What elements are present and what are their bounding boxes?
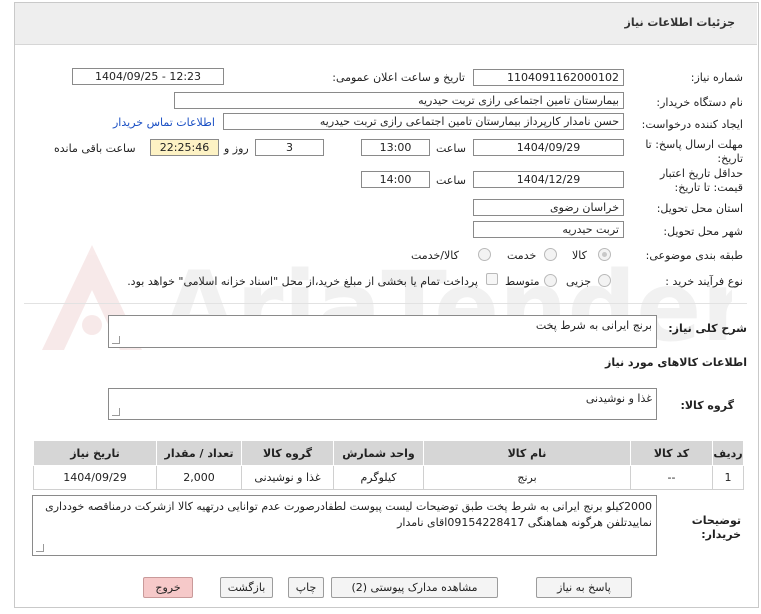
- view-attachments-button[interactable]: مشاهده مدارک پیوستی (2): [331, 577, 498, 598]
- col-header-row-no: ردیف: [712, 440, 744, 466]
- process-radio-minor[interactable]: [598, 274, 611, 287]
- category-label: طبقه بندی موضوعی:: [645, 249, 743, 262]
- days-label: روز و: [224, 142, 249, 155]
- col-header-qty: تعداد / مقدار: [156, 440, 242, 466]
- days-field: 3: [255, 139, 324, 156]
- category-radio-service[interactable]: [544, 248, 557, 261]
- reply-time-label: ساعت: [436, 142, 466, 155]
- contact-info-link[interactable]: اطلاعات تماس خریدار: [113, 116, 215, 129]
- col-header-date: تاریخ نیاز: [33, 440, 157, 466]
- cell-code: --: [630, 465, 713, 490]
- validity-time-label: ساعت: [436, 174, 466, 187]
- cell-name: برنج: [423, 465, 631, 490]
- treasury-note: پرداخت تمام یا بخشی از مبلغ خرید،از محل …: [127, 275, 478, 288]
- col-header-name: نام کالا: [423, 440, 631, 466]
- remaining-time-label: ساعت باقی مانده: [54, 142, 136, 155]
- summary-label: شرح کلی نیاز:: [668, 322, 747, 335]
- divider: [24, 303, 747, 304]
- buyer-field: بیمارستان تامین اجتماعی رازی تربت حیدریه: [174, 92, 624, 109]
- validity-time-field: 14:00: [361, 171, 430, 188]
- process-radio-medium[interactable]: [544, 274, 557, 287]
- buyer-label: نام دستگاه خریدار:: [656, 96, 743, 109]
- validity-date-field: 1404/12/29: [473, 171, 624, 188]
- cell-qty: 2,000: [156, 465, 242, 490]
- category-radio-goods-service[interactable]: [478, 248, 491, 261]
- summary-field: برنج ایرانی به شرط پخت: [108, 315, 657, 348]
- buyer-notes-label: توضیحات خریدار:: [691, 514, 741, 541]
- category-option-goods: کالا: [572, 249, 587, 262]
- cell-date: 1404/09/29: [33, 465, 157, 490]
- col-header-unit: واحد شمارش: [333, 440, 424, 466]
- col-header-group: گروه کالا: [241, 440, 334, 466]
- reply-date-field: 1404/09/29: [473, 139, 624, 156]
- page-title: جزئیات اطلاعات نیاز: [624, 16, 736, 29]
- category-option-service: خدمت: [507, 249, 537, 262]
- need-number-label: شماره نیاز:: [690, 71, 743, 84]
- process-label: نوع فرآیند خرید :: [665, 275, 743, 288]
- reply-time-field: 13:00: [361, 139, 430, 156]
- category-option-goods-service: کالا/خدمت: [411, 249, 459, 262]
- summary-text: برنج ایرانی به شرط پخت: [535, 319, 652, 332]
- process-option-minor: جزیی: [566, 275, 592, 288]
- items-table: ردیف کد کالا نام کالا واحد شمارش گروه کا…: [33, 440, 744, 490]
- remaining-time-field: 22:25:46: [150, 139, 219, 156]
- creator-field: حسن نامدار کارپرداز بیمارستان تامین اجتم…: [223, 113, 624, 130]
- goods-group-field: غذا و نوشیدنی: [108, 388, 657, 420]
- province-label: استان محل تحویل:: [656, 202, 743, 215]
- announce-label: تاریخ و ساعت اعلان عمومی:: [332, 71, 465, 84]
- validity-label: حداقل تاریخ اعتبار قیمت: تا تاریخ:: [659, 167, 743, 194]
- creator-label: ایجاد کننده درخواست:: [641, 118, 743, 131]
- resize-grip-icon[interactable]: [112, 408, 120, 416]
- resize-grip-icon[interactable]: [36, 544, 44, 552]
- reply-deadline-label: مهلت ارسال پاسخ: تا تاریخ:: [645, 138, 743, 165]
- table-header-row: ردیف کد کالا نام کالا واحد شمارش گروه کا…: [33, 440, 744, 466]
- table-row[interactable]: 1 -- برنج کیلوگرم غذا و نوشیدنی 2,000 14…: [33, 465, 744, 490]
- exit-button[interactable]: خروج: [143, 577, 193, 598]
- announce-field: 1404/09/25 - 12:23: [72, 68, 224, 85]
- col-header-code: کد کالا: [630, 440, 713, 466]
- resize-grip-icon[interactable]: [112, 336, 120, 344]
- cell-group: غذا و نوشیدنی: [241, 465, 334, 490]
- goods-section-title: اطلاعات کالاهای مورد نیاز: [605, 356, 747, 369]
- goods-group-label: گروه کالا:: [680, 399, 734, 412]
- cell-unit: کیلوگرم: [333, 465, 424, 490]
- category-radio-goods[interactable]: [598, 248, 611, 261]
- print-button[interactable]: چاپ: [288, 577, 324, 598]
- process-option-medium: متوسط: [505, 275, 540, 288]
- back-button[interactable]: بازگشت: [220, 577, 273, 598]
- need-number-field: 1104091162000102: [473, 69, 624, 86]
- reply-button[interactable]: پاسخ به نیاز: [536, 577, 632, 598]
- cell-row-no: 1: [712, 465, 744, 490]
- treasury-checkbox[interactable]: [486, 273, 498, 285]
- city-label: شهر محل تحویل:: [663, 225, 743, 238]
- buyer-notes-field: 2000کیلو برنج ایرانی به شرط پخت طبق توضی…: [32, 495, 657, 556]
- goods-group-text: غذا و نوشیدنی: [585, 392, 652, 405]
- province-field: خراسان رضوی: [473, 199, 624, 216]
- city-field: تربت حیدریه: [473, 221, 624, 238]
- buyer-notes-text: 2000کیلو برنج ایرانی به شرط پخت طبق توضی…: [45, 500, 652, 529]
